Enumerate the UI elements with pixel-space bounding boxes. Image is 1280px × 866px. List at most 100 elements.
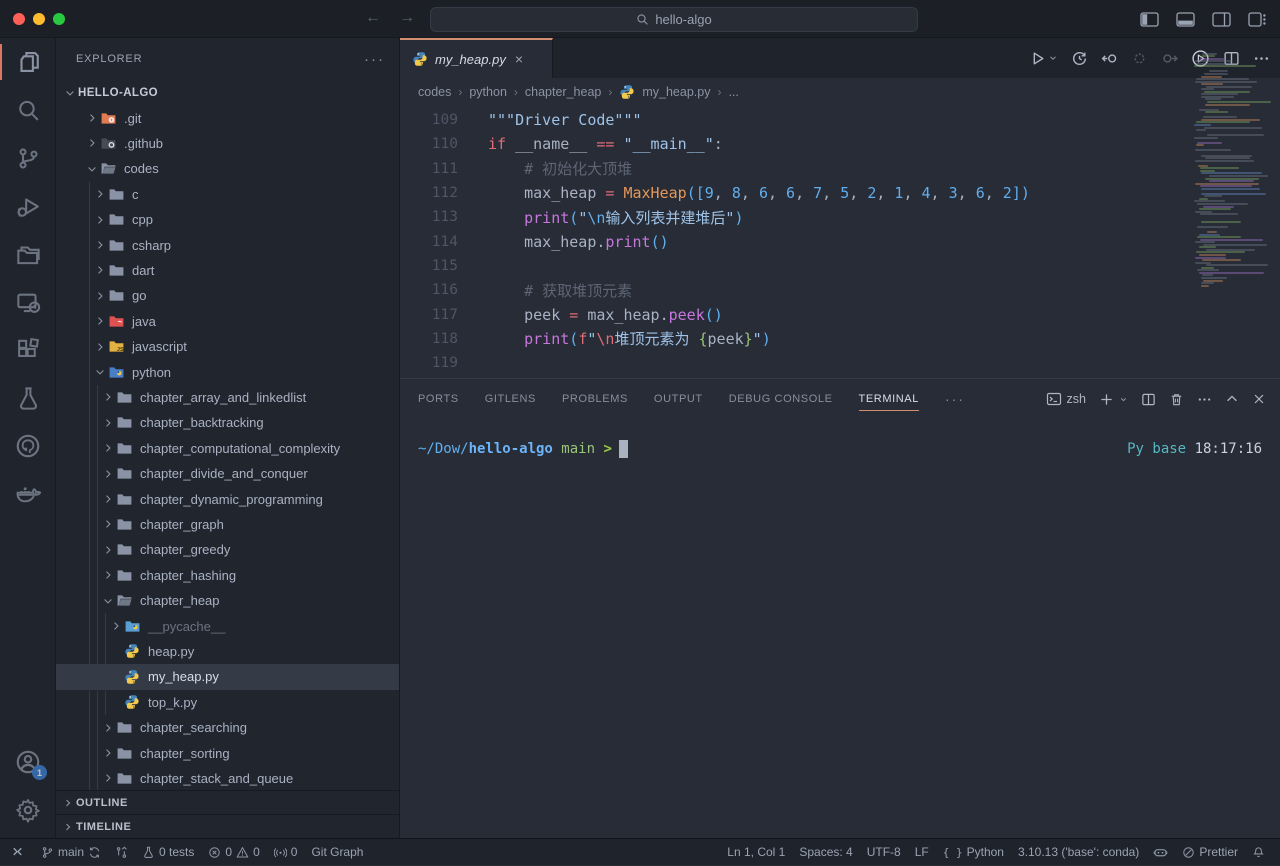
folder-extension-activity-icon[interactable] <box>0 230 56 278</box>
timeline-section[interactable]: TIMELINE <box>56 814 400 838</box>
breadcrumb-item[interactable]: python <box>469 85 507 99</box>
testing-activity-icon[interactable] <box>0 374 56 422</box>
split-terminal-icon[interactable] <box>1141 392 1156 407</box>
remote-explorer-activity-icon[interactable] <box>0 278 56 326</box>
tree-item-javascript[interactable]: JSjavascript <box>56 334 399 359</box>
tree-item-chapter-stack-and-queue[interactable]: chapter_stack_and_queue <box>56 766 399 791</box>
breadcrumb-item[interactable]: chapter_heap <box>525 85 601 99</box>
terminal[interactable]: ~/Dow/hello-algo main > Py base 18:17:16 <box>418 437 1262 461</box>
outline-section[interactable]: OUTLINE <box>56 790 400 814</box>
status-problems[interactable]: 00 <box>201 839 266 866</box>
tree-item-chapter-heap[interactable]: chapter_heap <box>56 588 399 613</box>
tab-close-icon[interactable]: × <box>515 51 523 67</box>
panel-tab-ports[interactable]: PORTS <box>418 379 459 419</box>
nav-back-icon[interactable]: ← <box>362 9 384 27</box>
tree-item-chapter-array-and-linkedlist[interactable]: chapter_array_and_linkedlist <box>56 385 399 410</box>
breadcrumb-item[interactable]: my_heap.py <box>642 85 710 99</box>
terminal-shell-label[interactable]: zsh <box>1046 391 1086 407</box>
tree-item--git[interactable]: .git <box>56 105 399 130</box>
tree-item-chapter-searching[interactable]: chapter_searching <box>56 715 399 740</box>
change-nav-prev-icon[interactable] <box>1131 50 1148 67</box>
settings-activity-icon[interactable] <box>0 786 56 834</box>
tree-item-dart[interactable]: dart <box>56 258 399 283</box>
code-line-118[interactable]: 118 print(f"\n堆顶元素为 {peek}") <box>400 327 1280 351</box>
tab-my-heap[interactable]: my_heap.py × <box>400 38 553 78</box>
status-git-compare[interactable] <box>108 839 135 866</box>
panel-tabs-more-icon[interactable]: ··· <box>945 379 965 419</box>
tree-item-codes[interactable]: codes <box>56 156 399 181</box>
tree-item-my-heap-py[interactable]: my_heap.py <box>56 664 399 689</box>
status-notifications[interactable] <box>1245 839 1272 866</box>
code-line-115[interactable]: 115 <box>400 254 1280 278</box>
source-control-activity-icon[interactable] <box>0 134 56 182</box>
status-cursor-position[interactable]: Ln 1, Col 1 <box>720 839 792 866</box>
extensions-activity-icon[interactable] <box>0 326 56 374</box>
tree-item-python[interactable]: python <box>56 359 399 384</box>
status-encoding[interactable]: UTF-8 <box>860 839 908 866</box>
status-eol[interactable]: LF <box>908 839 936 866</box>
status-tests[interactable]: 0 tests <box>135 839 201 866</box>
status-copilot[interactable] <box>1146 839 1175 866</box>
search-activity-icon[interactable] <box>0 86 56 134</box>
toggle-primary-sidebar-icon[interactable] <box>1138 8 1160 30</box>
tree-item-chapter-hashing[interactable]: chapter_hashing <box>56 563 399 588</box>
tree-item--pycache-[interactable]: __pycache__ <box>56 613 399 638</box>
accounts-activity-icon[interactable]: 1 <box>0 738 56 786</box>
status-git-graph[interactable]: Git Graph <box>304 839 370 866</box>
tree-item-chapter-divide-and-conquer[interactable]: chapter_divide_and_conquer <box>56 461 399 486</box>
status-language-mode[interactable]: { }Python <box>936 839 1011 866</box>
tree-item-chapter-graph[interactable]: chapter_graph <box>56 512 399 537</box>
status-prettier[interactable]: Prettier <box>1175 839 1245 866</box>
tree-item-cpp[interactable]: cpp <box>56 207 399 232</box>
status-python-interpreter[interactable]: 3.10.13 ('base': conda) <box>1011 839 1146 866</box>
toggle-secondary-sidebar-icon[interactable] <box>1210 8 1232 30</box>
breadcrumb-item[interactable]: ... <box>728 85 738 99</box>
run-python-file-icon[interactable] <box>1029 50 1058 67</box>
remote-indicator[interactable] <box>0 839 34 866</box>
panel-tab-output[interactable]: OUTPUT <box>654 379 703 419</box>
panel-more-actions-icon[interactable] <box>1197 392 1212 407</box>
code-line-113[interactable]: 113 print("\n输入列表并建堆后") <box>400 205 1280 229</box>
tree-item-chapter-dynamic-programming[interactable]: chapter_dynamic_programming <box>56 486 399 511</box>
explorer-activity-icon[interactable] <box>0 38 56 86</box>
status-ports[interactable]: 0 <box>267 839 305 866</box>
tree-item-chapter-computational-complexity[interactable]: chapter_computational_complexity <box>56 436 399 461</box>
code-line-110[interactable]: 110if __name__ == "__main__": <box>400 132 1280 156</box>
maximize-panel-icon[interactable] <box>1225 392 1239 406</box>
tree-item-go[interactable]: go <box>56 283 399 308</box>
panel-tab-gitlens[interactable]: GITLENS <box>485 379 536 419</box>
tree-item-chapter-backtracking[interactable]: chapter_backtracking <box>56 410 399 435</box>
docker-activity-icon[interactable] <box>0 470 56 518</box>
close-panel-icon[interactable] <box>1252 392 1266 406</box>
status-branch[interactable]: main <box>34 839 108 866</box>
code-line-116[interactable]: 116 # 获取堆顶元素 <box>400 278 1280 302</box>
tree-item-java[interactable]: java <box>56 309 399 334</box>
code-line-117[interactable]: 117 peek = max_heap.peek() <box>400 302 1280 326</box>
tree-item-chapter-sorting[interactable]: chapter_sorting <box>56 740 399 765</box>
tree-item-chapter-greedy[interactable]: chapter_greedy <box>56 537 399 562</box>
code-editor[interactable]: 109"""Driver Code"""110if __name__ == "_… <box>400 108 1280 378</box>
kill-terminal-icon[interactable] <box>1169 392 1184 407</box>
window-minimize-button[interactable] <box>33 13 45 25</box>
code-line-111[interactable]: 111 # 初始化大顶堆 <box>400 157 1280 181</box>
customize-layout-icon[interactable] <box>1246 8 1268 30</box>
change-nav-next-icon[interactable] <box>1161 50 1178 67</box>
panel-tab-terminal[interactable]: TERMINAL <box>859 379 919 419</box>
command-center-search[interactable]: hello-algo <box>430 7 918 32</box>
code-line-109[interactable]: 109"""Driver Code""" <box>400 108 1280 132</box>
window-close-button[interactable] <box>13 13 25 25</box>
breadcrumb-item[interactable]: codes <box>418 85 451 99</box>
tree-item-top-k-py[interactable]: top_k.py <box>56 690 399 715</box>
nav-forward-icon[interactable]: → <box>396 9 418 27</box>
run-and-debug-activity-icon[interactable] <box>0 182 56 230</box>
code-line-114[interactable]: 114 max_heap.print() <box>400 229 1280 253</box>
file-history-icon[interactable] <box>1071 50 1088 67</box>
panel-tab-debug-console[interactable]: DEBUG CONSOLE <box>729 379 833 419</box>
window-zoom-button[interactable] <box>53 13 65 25</box>
new-terminal-icon[interactable] <box>1099 392 1128 407</box>
tree-item-heap-py[interactable]: heap.py <box>56 639 399 664</box>
github-activity-icon[interactable] <box>0 422 56 470</box>
explorer-more-actions-icon[interactable]: ··· <box>364 51 385 68</box>
status-indentation[interactable]: Spaces: 4 <box>792 839 859 866</box>
toggle-panel-icon[interactable] <box>1174 8 1196 30</box>
